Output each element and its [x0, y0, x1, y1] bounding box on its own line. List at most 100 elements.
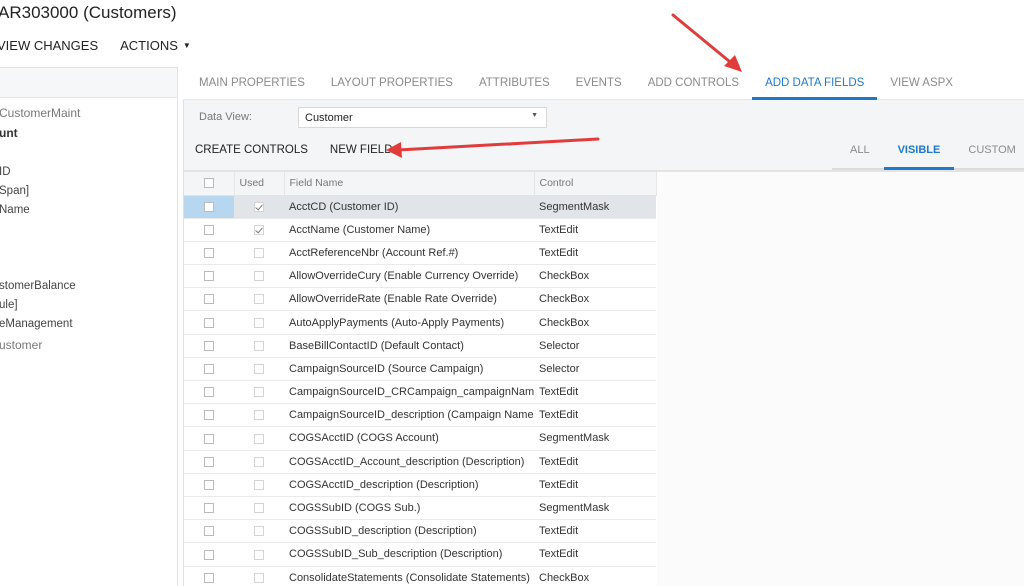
row-select-checkbox[interactable] — [204, 433, 214, 444]
row-select-cell[interactable] — [184, 264, 234, 289]
data-view-select[interactable]: Customer ▼ — [298, 107, 547, 128]
control-cell[interactable]: CheckBox — [534, 287, 656, 312]
row-select-checkbox[interactable] — [204, 479, 214, 490]
row-select-cell[interactable] — [184, 542, 234, 567]
control-cell[interactable]: TextEdit — [534, 380, 656, 405]
control-cell[interactable]: TextEdit — [534, 473, 656, 497]
select-all-checkbox[interactable] — [203, 178, 214, 189]
row-select-checkbox[interactable] — [204, 294, 214, 305]
row-select-checkbox[interactable] — [204, 364, 214, 374]
field-name-cell[interactable]: COGSSubID_description (Description) — [284, 519, 534, 544]
row-select-cell[interactable] — [184, 519, 234, 544]
new-field-button[interactable]: NEW FIELD — [330, 144, 393, 156]
column-header-control[interactable]: Control — [534, 172, 657, 196]
field-name-cell[interactable]: AcctReferenceNbr (Account Ref.#) — [284, 241, 534, 266]
control-cell[interactable]: TextEdit — [534, 403, 656, 428]
row-select-cell[interactable] — [184, 241, 234, 266]
control-cell[interactable]: TextEdit — [534, 241, 656, 266]
table-row[interactable]: COGSSubID_description (Description) TextE… — [184, 519, 656, 544]
table-row[interactable]: AcctName (Customer Name) TextEdit — [184, 218, 656, 242]
row-select-checkbox[interactable] — [204, 526, 214, 537]
field-name-cell[interactable]: AllowOverrideCury (Enable Currency Overr… — [284, 264, 534, 289]
table-row[interactable]: COGSAcctID (COGS Account) SegmentMask — [184, 426, 656, 451]
table-row[interactable]: BaseBillContactID (Default Contact) Selec… — [184, 334, 656, 358]
tree-item[interactable]: CustomerMaint — [0, 106, 80, 120]
control-cell[interactable]: CheckBox — [534, 310, 656, 335]
row-select-cell[interactable] — [184, 403, 234, 428]
control-cell[interactable]: CheckBox — [534, 566, 656, 586]
row-select-cell[interactable] — [184, 310, 234, 335]
tree-item[interactable]: stomerBalance — [0, 280, 76, 292]
row-select-cell[interactable] — [184, 334, 234, 358]
table-row[interactable]: COGSAcctID_description (Description) Text… — [184, 473, 656, 497]
row-select-cell[interactable] — [184, 426, 234, 451]
tree-item[interactable]: ID — [0, 166, 11, 178]
control-cell[interactable]: CheckBox — [534, 264, 656, 289]
field-name-cell[interactable]: COGSAcctID_description (Description) — [284, 473, 534, 497]
field-name-cell[interactable]: COGSAcctID_Account_description (Descript… — [284, 450, 534, 474]
row-select-checkbox[interactable] — [204, 572, 214, 583]
tree-item[interactable]: Name — [0, 204, 30, 216]
field-name-cell[interactable]: AllowOverrideRate (Enable Rate Override) — [284, 287, 534, 312]
row-select-checkbox[interactable] — [204, 224, 214, 235]
table-row[interactable]: CampaignSourceID_description (Campaign N… — [184, 403, 656, 428]
tree-item[interactable]: Span] — [0, 185, 29, 197]
table-row[interactable]: CampaignSourceID_CRCampaign_campaignName… — [184, 380, 656, 405]
row-select-checkbox[interactable] — [204, 271, 214, 282]
row-select-cell[interactable] — [184, 195, 234, 219]
row-select-cell[interactable] — [184, 380, 234, 405]
tree-item[interactable]: unt — [0, 126, 18, 140]
control-cell[interactable]: TextEdit — [534, 542, 656, 567]
row-select-checkbox[interactable] — [204, 340, 214, 351]
field-name-cell[interactable]: COGSAcctID (COGS Account) — [284, 426, 534, 451]
field-name-cell[interactable]: BaseBillContactID (Default Contact) — [284, 334, 534, 358]
control-cell[interactable]: SegmentMask — [534, 426, 656, 451]
table-row[interactable]: AcctReferenceNbr (Account Ref.#) TextEdit — [184, 241, 656, 266]
table-row[interactable]: COGSAcctID_Account_description (Descript… — [184, 450, 656, 474]
tree-item[interactable]: ule] — [0, 299, 18, 311]
field-name-cell[interactable]: AcctName (Customer Name) — [284, 218, 534, 242]
tab-view-aspx[interactable]: VIEW ASPX — [877, 67, 966, 100]
field-name-cell[interactable]: CampaignSourceID (Source Campaign) — [284, 357, 534, 382]
row-select-checkbox[interactable] — [204, 201, 214, 212]
field-name-cell[interactable]: AutoApplyPayments (Auto-Apply Payments) — [284, 310, 534, 335]
table-row[interactable]: ConsolidateStatements (Consolidate State… — [184, 566, 656, 586]
select-all-header[interactable] — [184, 172, 235, 196]
row-select-checkbox[interactable] — [204, 503, 214, 514]
table-row[interactable]: AutoApplyPayments (Auto-Apply Payments) C… — [184, 310, 656, 335]
table-row[interactable]: AllowOverrideRate (Enable Rate Override)… — [184, 287, 656, 312]
field-name-cell[interactable]: CampaignSourceID_description (Campaign N… — [284, 403, 534, 428]
row-select-checkbox[interactable] — [204, 456, 214, 467]
row-select-checkbox[interactable] — [204, 549, 214, 560]
field-name-cell[interactable]: ConsolidateStatements (Consolidate State… — [284, 566, 534, 586]
control-cell[interactable]: SegmentMask — [534, 496, 656, 521]
actions-menu-button[interactable]: ACTIONS ▼ — [120, 38, 191, 53]
tab-add-data-fields[interactable]: ADD DATA FIELDS — [752, 67, 878, 100]
control-cell[interactable]: Selector — [534, 357, 656, 382]
field-name-cell[interactable]: COGSSubID (COGS Sub.) — [284, 496, 534, 521]
field-name-cell[interactable]: COGSSubID_Sub_description (Description) — [284, 542, 534, 567]
tab-add-controls[interactable]: ADD CONTROLS — [635, 67, 752, 100]
tab-main-properties[interactable]: MAIN PROPERTIES — [183, 67, 318, 100]
create-controls-button[interactable]: CREATE CONTROLS — [195, 144, 308, 156]
row-select-checkbox[interactable] — [204, 410, 214, 421]
column-header-field-name[interactable]: Field Name — [284, 172, 535, 196]
filter-tab-custom[interactable]: CUSTOM — [954, 128, 1024, 168]
tree-item[interactable]: ustomer — [0, 338, 42, 352]
control-cell[interactable]: TextEdit — [534, 450, 656, 474]
field-name-cell[interactable]: CampaignSourceID_CRCampaign_campaignName — [284, 380, 534, 405]
table-row[interactable]: AcctCD (Customer ID) SegmentMask — [184, 195, 656, 219]
table-row[interactable]: COGSSubID_Sub_description (Description) T… — [184, 542, 656, 567]
filter-tab-all[interactable]: ALL — [832, 128, 884, 168]
row-select-cell[interactable] — [184, 450, 234, 474]
field-name-cell[interactable]: AcctCD (Customer ID) — [284, 195, 534, 219]
row-select-checkbox[interactable] — [204, 317, 214, 328]
tab-attributes[interactable]: ATTRIBUTES — [466, 67, 563, 100]
table-row[interactable]: AllowOverrideCury (Enable Currency Overr… — [184, 264, 656, 289]
control-cell[interactable]: TextEdit — [534, 519, 656, 544]
tree-item[interactable]: eManagement — [0, 318, 73, 330]
row-select-checkbox[interactable] — [204, 248, 214, 259]
table-row[interactable]: COGSSubID (COGS Sub.) SegmentMask — [184, 496, 656, 521]
row-select-checkbox[interactable] — [204, 387, 214, 398]
row-select-cell[interactable] — [184, 287, 234, 312]
